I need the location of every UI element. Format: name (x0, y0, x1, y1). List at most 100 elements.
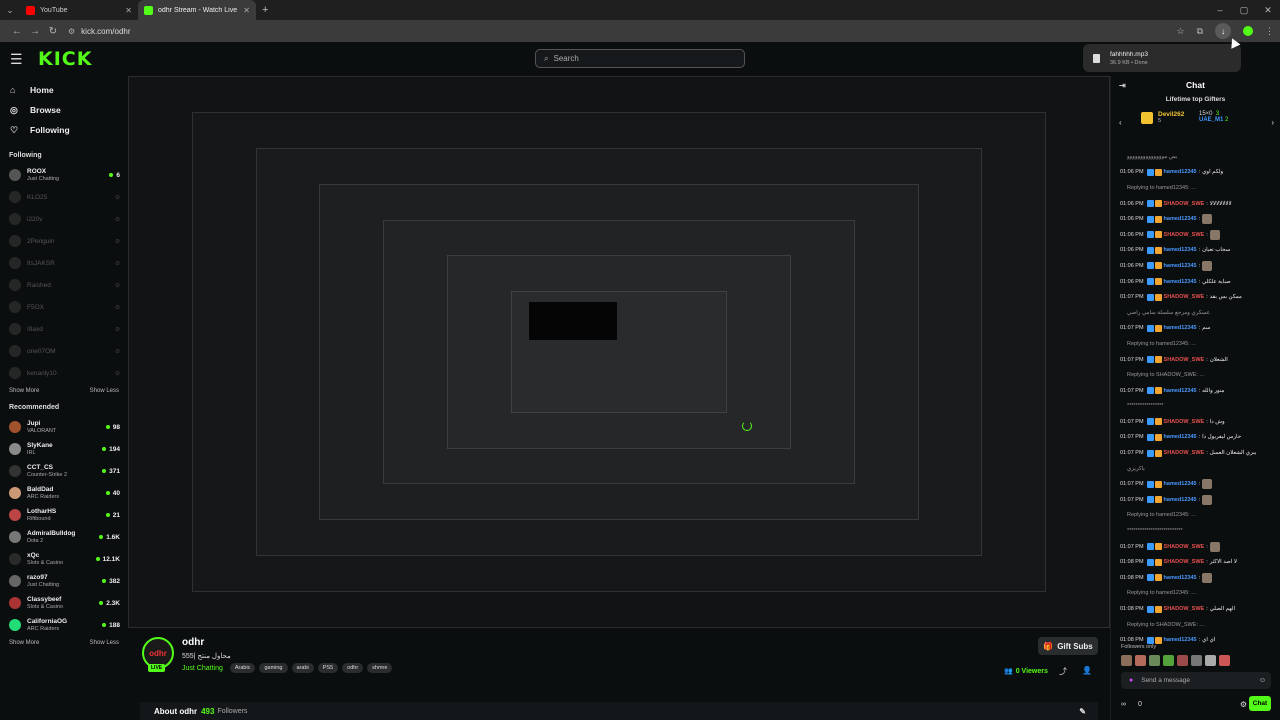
chat-message[interactable]: 01:07 PM hamed12345: (1111, 476, 1280, 492)
tab-youtube[interactable]: YouTube ✕ (20, 0, 138, 20)
message-username[interactable]: hamed12345 (1164, 388, 1197, 394)
chat-message[interactable]: 01:07 PM hamed12345: (1111, 492, 1280, 508)
emote-icon[interactable] (1191, 655, 1202, 666)
recommended-channel[interactable]: CaliforniaOG ARC Raiders 188 (0, 614, 128, 636)
following-channel[interactable]: kenanly10 ⊘ (0, 362, 128, 384)
message-username[interactable]: SHADOW_SWE (1164, 357, 1205, 363)
emote-icon[interactable] (1121, 655, 1132, 666)
emote-icon[interactable] (1149, 655, 1160, 666)
tab-search-icon[interactable]: ⌄ (0, 5, 20, 16)
chat-message[interactable]: 01:08 PM SHADOW_SWE: الهم الصلي (1111, 601, 1280, 617)
chat-message[interactable]: 01:06 PM hamed12345: ولكم اوي (1111, 165, 1280, 181)
recommended-channel[interactable]: xQc Slots & Casino 12.1K (0, 548, 128, 570)
emote-icon[interactable] (1177, 655, 1188, 666)
message-username[interactable]: hamed12345 (1164, 169, 1197, 175)
emote-icon[interactable] (1163, 655, 1174, 666)
emote-icon[interactable] (1219, 655, 1230, 666)
message-username[interactable]: SHADOW_SWE (1164, 544, 1205, 550)
show-less-button[interactable]: Show Less (90, 388, 119, 394)
profile-avatar[interactable] (1243, 26, 1253, 36)
tag-chip[interactable]: gaming (259, 663, 288, 673)
message-username[interactable]: SHADOW_SWE (1164, 201, 1205, 207)
recommended-channel[interactable]: LotharHS Riftbound 21 (0, 504, 128, 526)
chat-settings-icon[interactable]: ⚙ (1240, 700, 1247, 709)
message-username[interactable]: hamed12345 (1164, 279, 1197, 285)
reload-icon[interactable]: ↻ (44, 26, 62, 37)
stream-category[interactable]: Just Chatting (182, 665, 223, 672)
recommended-channel[interactable]: BaldDad ARC Raiders 40 (0, 482, 128, 504)
forward-icon[interactable]: → (26, 26, 44, 37)
chat-message[interactable]: 01:07 PM SHADOW_SWE: يبري الشعلان العسل (1111, 445, 1280, 461)
message-username[interactable]: hamed12345 (1164, 481, 1197, 487)
download-popup[interactable]: fahhhhh.mp3 36.9 KB • Done (1083, 44, 1241, 72)
chat-message[interactable]: 01:08 PM SHADOW_SWE: لا اصد الاكثر (1111, 554, 1280, 570)
close-tab-icon[interactable]: ✕ (243, 6, 250, 15)
message-username[interactable]: hamed12345 (1164, 637, 1197, 643)
chat-message[interactable]: 01:06 PM SHADOW_SWE: لالالالالالالا (1111, 196, 1280, 212)
chat-message[interactable]: 01:06 PM SHADOW_SWE: (1111, 227, 1280, 243)
nav-browse[interactable]: ◎ Browse (0, 100, 128, 120)
message-username[interactable]: hamed12345 (1164, 497, 1197, 503)
show-more-button[interactable]: Show More (9, 388, 39, 394)
search-input[interactable] (553, 54, 734, 63)
gift-subs-button[interactable]: 🎁 Gift Subs (1038, 637, 1098, 655)
close-window-icon[interactable]: ✕ (1256, 0, 1280, 20)
emote-icon[interactable] (1205, 655, 1216, 666)
message-username[interactable]: SHADOW_SWE (1164, 232, 1205, 238)
message-username[interactable]: SHADOW_SWE (1164, 294, 1205, 300)
chat-messages[interactable]: بس موووووووووووووو 01:06 PM hamed12345: ولك… (1111, 149, 1280, 649)
menu-icon[interactable]: ☰ (10, 51, 24, 68)
following-channel[interactable]: ROOX Just Chatting 6 (0, 164, 128, 186)
recommended-channel[interactable]: AdmiralBulldog Dota 2 1.6K (0, 526, 128, 548)
message-username[interactable]: hamed12345 (1164, 216, 1197, 222)
chat-input-box[interactable]: ● ☺ (1121, 672, 1271, 689)
emote-icon[interactable] (1135, 655, 1146, 666)
chat-message[interactable]: 01:07 PM SHADOW_SWE: ممكن بس بقد (1111, 289, 1280, 305)
chat-message[interactable]: 01:06 PM hamed12345: صباية علكلي (1111, 274, 1280, 290)
nav-following[interactable]: ♡ Following (0, 120, 128, 140)
following-channel[interactable]: one07OM ⊘ (0, 340, 128, 362)
message-username[interactable]: hamed12345 (1164, 325, 1197, 331)
following-channel[interactable]: i220v ⊘ (0, 208, 128, 230)
chat-message[interactable]: 01:07 PM hamed12345: سم (1111, 321, 1280, 337)
close-tab-icon[interactable]: ✕ (125, 6, 132, 15)
chat-message[interactable]: 01:06 PM hamed12345: (1111, 258, 1280, 274)
chat-message[interactable]: 01:07 PM SHADOW_SWE: الشعلان (1111, 352, 1280, 368)
user-options-icon[interactable]: 👤 (1082, 666, 1092, 675)
search-bar[interactable]: ⌕ (535, 49, 745, 68)
following-channel[interactable]: I9axd ⊘ (0, 318, 128, 340)
message-username[interactable]: SHADOW_SWE (1164, 606, 1205, 612)
maximize-icon[interactable]: ▢ (1232, 0, 1256, 20)
message-username[interactable]: hamed12345 (1164, 247, 1197, 253)
tag-chip[interactable]: PS5 (317, 663, 339, 673)
following-channel[interactable]: Raished ⊘ (0, 274, 128, 296)
message-username[interactable]: hamed12345 (1164, 434, 1197, 440)
message-username[interactable]: hamed12345 (1164, 263, 1197, 269)
following-channel[interactable]: KLO25 ⊘ (0, 186, 128, 208)
message-username[interactable]: SHADOW_SWE (1164, 559, 1205, 565)
edit-icon[interactable]: ✎ (1079, 707, 1086, 716)
chat-message[interactable]: 01:06 PM hamed12345: (1111, 211, 1280, 227)
recommended-channel[interactable]: Jupi VALORANT 98 (0, 416, 128, 438)
recommended-channel[interactable]: CCT_CS Counter-Strike 2 371 (0, 460, 128, 482)
tag-chip[interactable]: Arabic (229, 663, 256, 673)
kick-logo[interactable]: KICK (38, 48, 92, 70)
message-username[interactable]: SHADOW_SWE (1164, 450, 1205, 456)
chat-message[interactable]: 01:06 PM hamed12345: سحاب تعبان (1111, 243, 1280, 259)
bookmark-star-icon[interactable]: ☆ (1176, 26, 1184, 37)
tag-chip[interactable]: shmre (367, 663, 393, 673)
browser-menu-icon[interactable]: ⋮ (1265, 26, 1274, 37)
following-channel[interactable]: ItsJAKSR ⊘ (0, 252, 128, 274)
extensions-icon[interactable]: ⧉ (1197, 26, 1203, 37)
recommended-channel[interactable]: SlyKane IRL 194 (0, 438, 128, 460)
site-info-icon[interactable]: ⚙ (68, 27, 75, 36)
show-less-button[interactable]: Show Less (90, 640, 119, 646)
chevron-right-icon[interactable]: › (1271, 118, 1274, 127)
chat-message[interactable]: 01:07 PM hamed12345: حارس ليفربول دا (1111, 430, 1280, 446)
message-username[interactable]: SHADOW_SWE (1164, 419, 1205, 425)
video-player[interactable] (128, 76, 1110, 628)
recommended-channel[interactable]: Classybeef Slots & Casino 2.3K (0, 592, 128, 614)
gifter-others[interactable]: 15×0 3 UAE_M1 2 (1199, 111, 1228, 123)
share-icon[interactable]: ⤴ (1059, 666, 1067, 677)
gifter-first[interactable]: Devil262 5 (1141, 111, 1184, 124)
